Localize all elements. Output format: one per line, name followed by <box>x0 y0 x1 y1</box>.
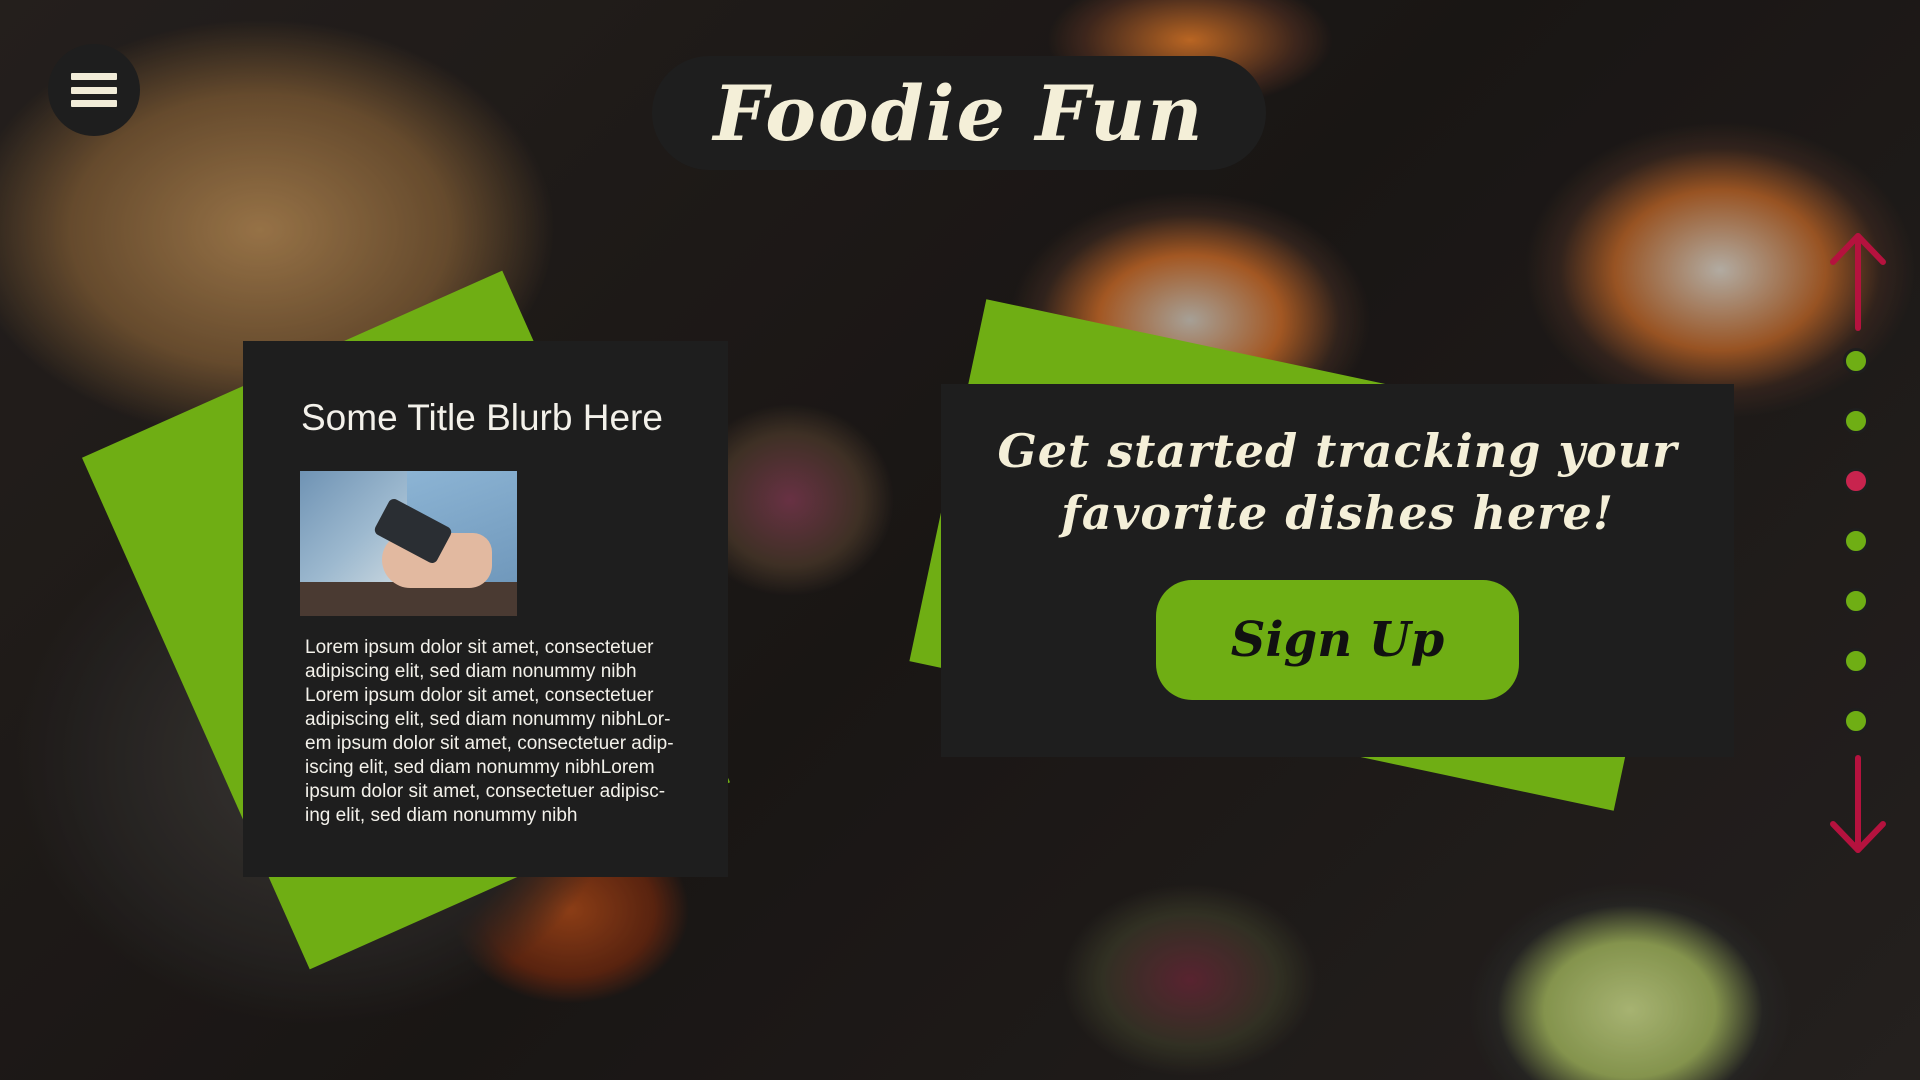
page-dot[interactable] <box>1843 648 1869 674</box>
body-line: adipiscing elit, sed diam nonummy nibhLo… <box>305 709 671 730</box>
arrow-down-icon[interactable] <box>1827 754 1889 854</box>
page-dot[interactable] <box>1843 588 1869 614</box>
cta-headline-line: favorite dishes here! <box>1061 486 1614 540</box>
sign-up-label: Sign Up <box>1230 612 1445 668</box>
page-dot-active[interactable] <box>1843 468 1869 494</box>
page-dot[interactable] <box>1843 408 1869 434</box>
hamburger-menu-button[interactable] <box>48 44 140 136</box>
page-dot[interactable] <box>1843 528 1869 554</box>
info-card-body: Lorem ipsum dolor sit amet, consectetuer… <box>305 636 685 828</box>
site-title-banner: Foodie Fun <box>652 56 1266 170</box>
body-line: Lorem ipsum dolor sit amet, consectetuer <box>305 637 654 658</box>
body-line: Lorem ipsum dolor sit amet, consectetuer <box>305 685 654 706</box>
body-line: ing elit, sed diam nonummy nibh <box>305 805 578 826</box>
body-line: ipsum dolor sit amet, consectetuer adipi… <box>305 781 666 802</box>
phone-in-hand-photo <box>300 471 517 616</box>
site-title: Foodie Fun <box>713 68 1205 158</box>
cta-card: Get started tracking your favorite dishe… <box>941 384 1734 757</box>
sign-up-button[interactable]: Sign Up <box>1156 580 1519 700</box>
info-card-title: Some Title Blurb Here <box>301 397 663 438</box>
body-line: adipiscing elit, sed diam nonummy nibh <box>305 661 637 682</box>
hamburger-menu-icon <box>71 73 117 107</box>
info-card: Some Title Blurb Here Lorem ipsum dolor … <box>243 341 728 877</box>
body-line: em ipsum dolor sit amet, consectetuer ad… <box>305 733 674 754</box>
page-dot[interactable] <box>1843 348 1869 374</box>
cta-headline: Get started tracking your favorite dishe… <box>961 420 1714 544</box>
arrow-up-icon[interactable] <box>1827 232 1889 332</box>
body-line: iscing elit, sed diam nonummy nibhLorem <box>305 757 655 778</box>
cta-headline-line: Get started tracking your <box>997 424 1678 478</box>
page-dot[interactable] <box>1843 708 1869 734</box>
